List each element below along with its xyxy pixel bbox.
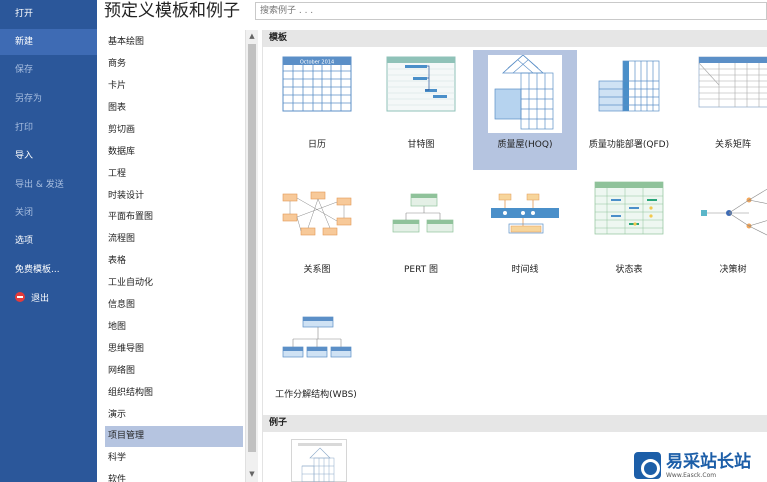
- nav-options[interactable]: 选项: [0, 228, 97, 254]
- scroll-down-arrow-icon[interactable]: ▼: [246, 468, 258, 480]
- nav-import[interactable]: 导入: [0, 143, 97, 169]
- nav-exit-label: 退出: [31, 294, 50, 304]
- watermark-logo: 易采站长站 Www.Easck.Com: [632, 450, 767, 482]
- category-item[interactable]: 工程: [105, 164, 243, 185]
- nav-open[interactable]: 打开: [0, 1, 97, 27]
- template-calendar[interactable]: October 2014 日历: [265, 50, 369, 170]
- template-wbs[interactable]: 工作分解结构(WBS): [265, 300, 395, 420]
- example-house-of-quality-icon: [298, 443, 342, 482]
- nav-exit[interactable]: 退出: [0, 286, 97, 312]
- template-label: PERT 图: [403, 265, 439, 275]
- template-label: 关系图: [303, 265, 331, 275]
- category-item[interactable]: 演示: [105, 405, 243, 426]
- watermark-text: 易采站长站: [666, 452, 751, 472]
- template-gallery: 模板 October 2014 日历 甘特图 质量屋(HOQ) 质量功能部署(Q…: [262, 30, 767, 482]
- category-item[interactable]: 组织结构图: [105, 383, 243, 404]
- nav-close[interactable]: 关闭: [0, 200, 97, 226]
- gantt-thumbnail-icon: [386, 56, 456, 112]
- exit-icon: [15, 292, 25, 302]
- category-item-selected[interactable]: 项目管理: [105, 426, 243, 447]
- template-relation-diagram[interactable]: 关系图: [265, 175, 369, 295]
- template-label: 时间线: [511, 265, 539, 275]
- category-item[interactable]: 剪切画: [105, 120, 243, 141]
- category-item[interactable]: 科学: [105, 448, 243, 469]
- nav-save-as[interactable]: 另存为: [0, 86, 97, 112]
- relation-diagram-thumbnail-icon: [282, 191, 352, 236]
- template-relation-matrix[interactable]: 关系矩阵: [681, 50, 767, 170]
- nav-print[interactable]: 打印: [0, 115, 97, 141]
- category-item[interactable]: 平面布置图: [105, 207, 243, 228]
- template-house-of-quality[interactable]: 质量屋(HOQ): [473, 50, 577, 170]
- search-input[interactable]: [255, 2, 767, 20]
- template-timeline[interactable]: 时间线: [473, 175, 577, 295]
- category-item[interactable]: 基本绘图: [105, 32, 243, 53]
- scroll-up-arrow-icon[interactable]: ▲: [246, 30, 258, 42]
- site-logo-icon: [634, 452, 661, 479]
- relation-matrix-thumbnail-icon: [698, 56, 767, 108]
- examples-section-header: 例子: [263, 415, 767, 432]
- template-decision-tree[interactable]: 决策树: [681, 175, 767, 295]
- template-label: 质量功能部署(QFD): [588, 140, 670, 150]
- timeline-thumbnail-icon: [491, 193, 559, 234]
- category-item[interactable]: 图表: [105, 98, 243, 119]
- template-label: 质量屋(HOQ): [497, 140, 553, 150]
- template-status-table[interactable]: 状态表: [577, 175, 681, 295]
- template-label: 日历: [307, 140, 326, 150]
- category-item[interactable]: 表格: [105, 251, 243, 272]
- backstage-nav: 打开 新建 保存 另存为 打印 导入 导出 & 发送 关闭 选项 免费模板...…: [0, 0, 97, 482]
- pert-thumbnail-icon: [392, 193, 454, 233]
- page-title: 预定义模板和例子: [104, 1, 240, 21]
- template-label: 工作分解结构(WBS): [275, 390, 357, 400]
- category-item[interactable]: 时装设计: [105, 186, 243, 207]
- category-item[interactable]: 卡片: [105, 76, 243, 97]
- app-window: 打开 新建 保存 另存为 打印 导入 导出 & 发送 关闭 选项 免费模板...…: [0, 0, 767, 482]
- qfd-thumbnail-icon: [598, 60, 660, 112]
- calendar-thumb-title: October 2014: [300, 60, 334, 66]
- template-label: 关系矩阵: [714, 140, 751, 150]
- category-item[interactable]: 数据库: [105, 142, 243, 163]
- category-item[interactable]: 思维导图: [105, 339, 243, 360]
- category-item[interactable]: 信息图: [105, 295, 243, 316]
- template-label: 甘特图: [407, 140, 435, 150]
- category-list: 基本绘图 商务 卡片 图表 剪切画 数据库 工程 时装设计 平面布置图 流程图 …: [97, 30, 259, 482]
- template-qfd[interactable]: 质量功能部署(QFD): [577, 50, 681, 170]
- category-item[interactable]: 流程图: [105, 229, 243, 250]
- templates-section-header: 模板: [263, 30, 767, 47]
- category-item[interactable]: 工业自动化: [105, 273, 243, 294]
- category-item[interactable]: 软件: [105, 470, 243, 482]
- example-thumbnail[interactable]: [291, 439, 347, 482]
- calendar-thumbnail-icon: October 2014: [282, 56, 352, 112]
- nav-export-send[interactable]: 导出 & 发送: [0, 172, 97, 198]
- template-pert[interactable]: PERT 图: [369, 175, 473, 295]
- nav-new[interactable]: 新建: [0, 29, 97, 55]
- category-item[interactable]: 商务: [105, 54, 243, 75]
- watermark-subtext: Www.Easck.Com: [666, 472, 717, 479]
- template-label: 决策树: [719, 265, 747, 275]
- category-item[interactable]: 地图: [105, 317, 243, 338]
- template-label: 状态表: [615, 265, 643, 275]
- decision-tree-thumbnail-icon: [701, 188, 767, 236]
- wbs-thumbnail-icon: [282, 316, 352, 358]
- status-table-thumbnail-icon: [594, 181, 664, 235]
- nav-free-templates[interactable]: 免费模板...: [0, 257, 97, 283]
- template-gantt[interactable]: 甘特图: [369, 50, 473, 170]
- house-of-quality-thumbnail-icon: [488, 55, 562, 133]
- category-item[interactable]: 网络图: [105, 361, 243, 382]
- category-scrollbar[interactable]: ▲ ▼: [245, 30, 258, 482]
- nav-save[interactable]: 保存: [0, 57, 97, 83]
